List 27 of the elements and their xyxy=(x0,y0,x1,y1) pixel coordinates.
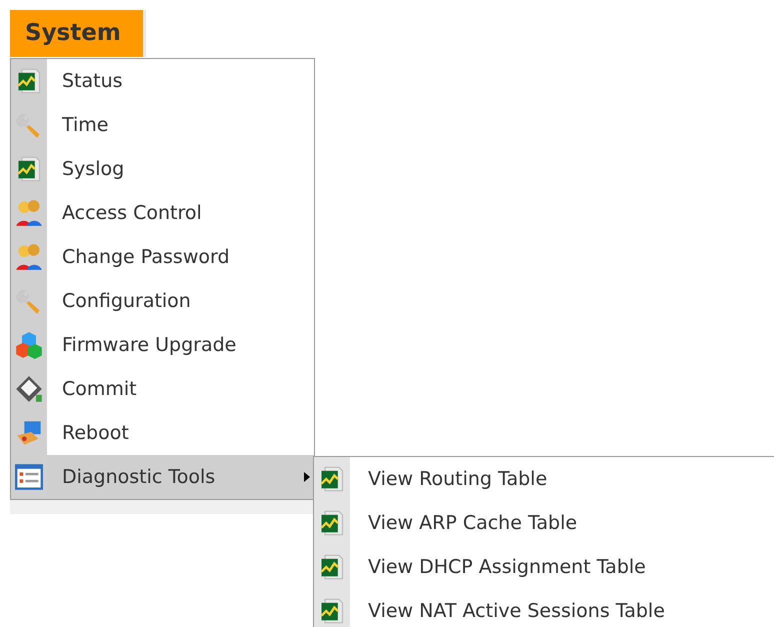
menu-item[interactable]: Syslog xyxy=(11,147,314,191)
chart-document-icon xyxy=(15,155,43,183)
chart-document-icon xyxy=(318,597,346,625)
menu-item[interactable]: View NAT Active Sessions Table xyxy=(314,589,774,627)
menu-item[interactable]: View Routing Table xyxy=(314,457,774,501)
list-icon xyxy=(15,463,43,491)
chart-document-icon xyxy=(318,553,346,581)
chart-document-icon xyxy=(318,509,346,537)
chart-document-icon xyxy=(318,465,346,493)
menu-item[interactable]: Access Control xyxy=(11,191,314,235)
menu-item[interactable]: Commit xyxy=(11,367,314,411)
computer-icon xyxy=(15,419,43,447)
menu-item[interactable]: Firmware Upgrade xyxy=(11,323,314,367)
menu-item[interactable]: Status xyxy=(11,59,314,103)
menu-item[interactable]: Diagnostic Tools xyxy=(11,455,314,499)
menu-item[interactable]: View ARP Cache Table xyxy=(314,501,774,545)
chart-document-icon xyxy=(15,67,43,95)
menu-item[interactable]: Change Password xyxy=(11,235,314,279)
menu-item[interactable]: Time xyxy=(11,103,314,147)
users-icon xyxy=(15,199,43,227)
menu-item[interactable]: View DHCP Assignment Table xyxy=(314,545,774,589)
disk-drive-icon xyxy=(15,375,43,403)
menu-item[interactable]: Reboot xyxy=(11,411,314,455)
users-icon xyxy=(15,243,43,271)
cubes-icon xyxy=(15,331,43,359)
menu-title[interactable]: System xyxy=(10,10,143,57)
menu-item[interactable]: Configuration xyxy=(11,279,314,323)
